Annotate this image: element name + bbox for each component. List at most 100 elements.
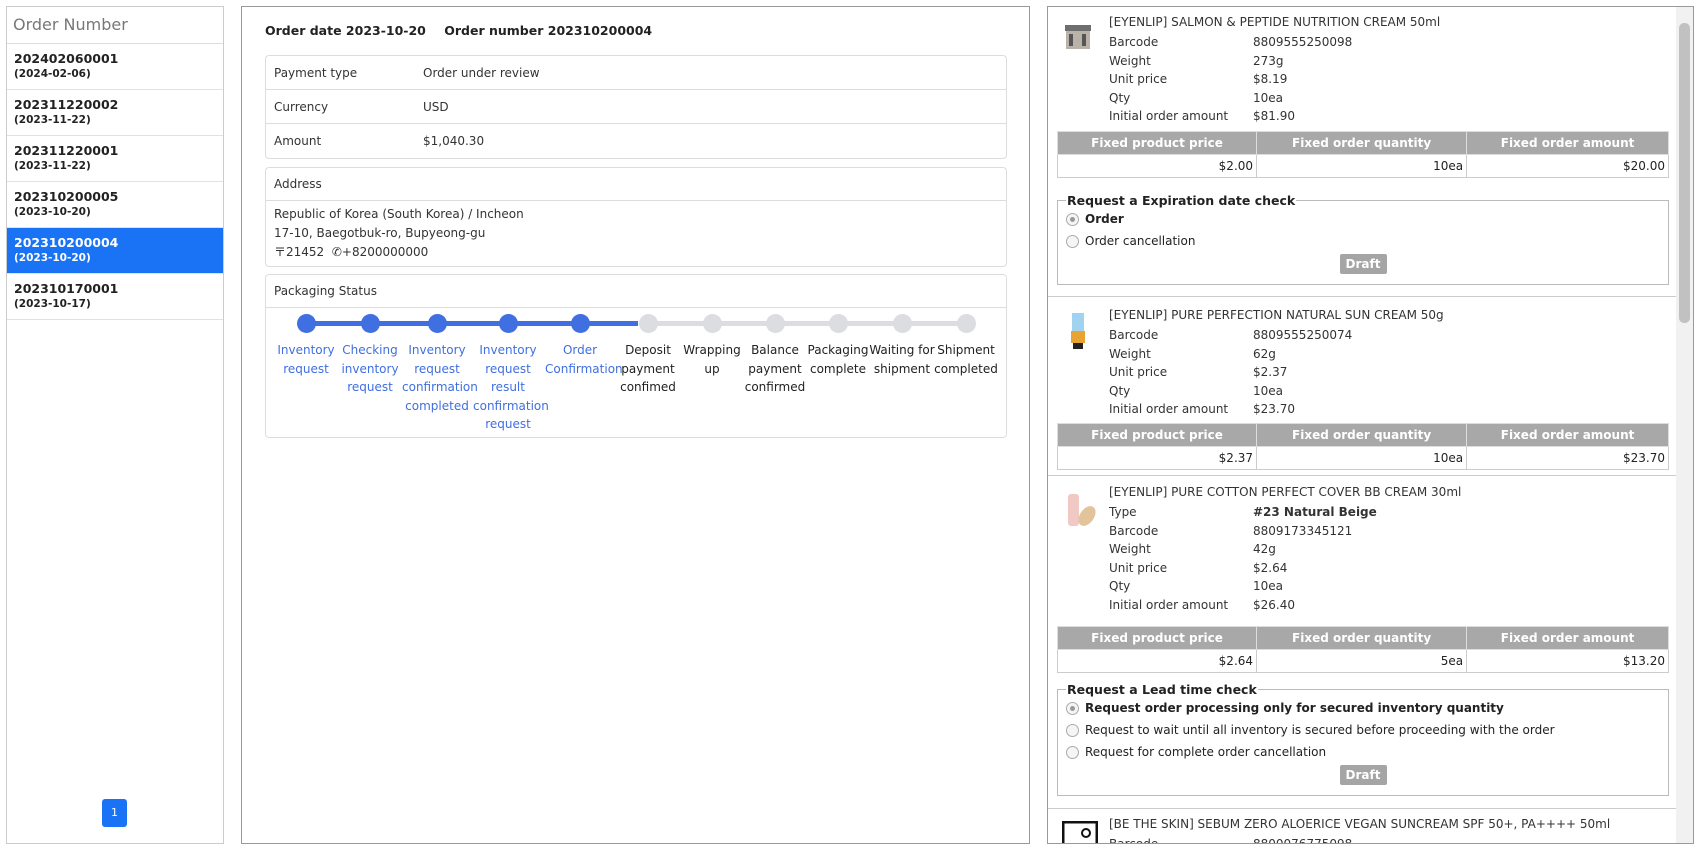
currency-value: USD (423, 99, 449, 114)
order-item-number: 202310170001 (14, 281, 119, 296)
wait-all-radio[interactable]: Request to wait until all inventory is s… (1066, 719, 1660, 741)
draft-button[interactable]: Draft (1339, 254, 1387, 274)
step-label: Wrapping up (683, 343, 741, 376)
initial-amount-label: Initial order amount (1109, 109, 1229, 123)
initial-amount-label: Initial order amount (1109, 597, 1229, 612)
initial-amount-value: $26.40 (1253, 597, 1295, 612)
barcode-label: Barcode (1109, 328, 1159, 342)
barcode-label: Barcode (1109, 523, 1159, 538)
fixed-price-header: Fixed product price (1056, 423, 1258, 447)
secured-only-radio[interactable]: Request order processing only for secure… (1066, 697, 1660, 719)
radio-label: Request to wait until all inventory is s… (1085, 723, 1555, 737)
lead-time-check-title: Request a Lead time check (1067, 682, 1257, 697)
fixed-amount-header: Fixed order amount (1466, 131, 1669, 155)
step-dot (428, 314, 447, 333)
product-details: Barcode 8800076775098 (1109, 835, 1353, 844)
fixed-qty-header: Fixed order quantity (1256, 626, 1468, 650)
step-label: Inventory request confirmation completed (402, 343, 478, 413)
barcode-value: 8809555250098 (1253, 35, 1353, 49)
weight-value: 42g (1253, 542, 1276, 556)
expiration-check-group: Request a Expiration date check Order Or… (1057, 193, 1669, 285)
lead-time-check-group: Request a Lead time check Request order … (1057, 682, 1669, 796)
order-item[interactable]: 202311220002 (2023-11-22) (7, 90, 223, 136)
fixed-amount-header: Fixed order amount (1466, 626, 1669, 650)
fixed-qty-cell: 5ea (1256, 649, 1468, 673)
address-card: Address Republic of Korea (South Korea) … (265, 167, 1007, 267)
product-panel: [EYENLIP] SALMON & PEPTIDE NUTRITION CRE… (1047, 6, 1694, 844)
order-item[interactable]: 202402060001 (2024-02-06) (7, 44, 223, 90)
packaging-title: Packaging Status (266, 275, 1006, 308)
scrollbar-thumb[interactable] (1679, 23, 1690, 323)
order-radio[interactable]: Order (1066, 208, 1660, 230)
radio-indicator (1066, 701, 1079, 715)
amount-label: Amount (274, 134, 322, 148)
barcode-value: 8800076775098 (1253, 837, 1353, 844)
order-cancellation-radio[interactable]: Order cancellation (1066, 230, 1660, 252)
product-image (1062, 492, 1096, 532)
barcode-label: Barcode (1109, 35, 1159, 49)
product-name: [EYENLIP] PURE COTTON PERFECT COVER BB C… (1109, 485, 1462, 499)
initial-amount-value: $23.70 (1253, 402, 1295, 416)
fixed-qty-header: Fixed order quantity (1256, 423, 1468, 447)
fixed-order-table: Fixed product price Fixed order quantity… (1056, 423, 1669, 470)
qty-value: 10ea (1253, 579, 1284, 593)
product-name: [EYENLIP] PURE PERFECTION NATURAL SUN CR… (1109, 308, 1444, 322)
payment-type-row: Payment type Order under review (266, 56, 1006, 90)
amount-row: Amount $1,040.30 (266, 124, 1006, 158)
payment-type-label: Payment type (274, 65, 358, 80)
vertical-scrollbar[interactable] (1676, 7, 1693, 843)
order-item[interactable]: 202310170001 (2023-10-17) (7, 274, 223, 320)
phone-number: ✆+8200000000 (331, 245, 429, 259)
order-item[interactable]: 202311220001 (2023-11-22) (7, 136, 223, 182)
complete-cancellation-radio[interactable]: Request for complete order cancellation (1066, 741, 1660, 763)
fixed-amount-cell: $13.20 (1466, 649, 1669, 673)
barcode-label: Barcode (1109, 837, 1159, 844)
product-image (1061, 820, 1099, 843)
fixed-amount-cell: $23.70 (1466, 446, 1669, 470)
order-number: Order number 202310200004 (444, 23, 653, 38)
step-dot (499, 314, 518, 333)
product-details: Barcode 8809555250098 Weight 273g Unit pri… (1109, 33, 1352, 126)
step-dot (639, 314, 658, 333)
step-dot (297, 314, 316, 333)
unit-price-label: Unit price (1109, 560, 1168, 575)
unit-price-label: Unit price (1109, 365, 1168, 379)
radio-label: Request order processing only for secure… (1085, 701, 1504, 715)
currency-label: Currency (274, 99, 329, 114)
weight-label: Weight (1109, 346, 1151, 361)
order-list-panel: Order Number 202402060001 (2024-02-06) 2… (6, 6, 224, 844)
order-item-date: (2024-02-06) (14, 68, 91, 80)
amount-value: $1,040.30 (423, 134, 485, 148)
qty-value: 10ea (1253, 383, 1284, 398)
step-dot (361, 314, 380, 333)
step-label: Inventory request result confirmation re… (473, 343, 549, 431)
qty-label: Qty (1109, 90, 1131, 105)
packaging-stepper: Inventory request Checking inventory requ… (266, 308, 1006, 437)
weight-label: Weight (1109, 53, 1151, 68)
expiration-check-title: Request a Expiration date check (1067, 193, 1296, 208)
fixed-order-table: Fixed product price Fixed order quantity… (1056, 131, 1669, 178)
product-image (1062, 311, 1094, 351)
fixed-amount-cell: $20.00 (1466, 154, 1669, 178)
page-button[interactable]: 1 (102, 799, 127, 827)
draft-button[interactable]: Draft (1339, 765, 1387, 785)
qty-label: Qty (1109, 579, 1131, 593)
radio-indicator (1066, 212, 1079, 226)
currency-row: Currency USD (266, 90, 1006, 124)
address-line3: 〒21452 ✆+8200000000 (274, 243, 998, 262)
step-dot (766, 314, 785, 333)
payment-card: Payment type Order under review Currency… (265, 55, 1007, 159)
address-line1: Republic of Korea (South Korea) / Incheo… (274, 207, 524, 221)
step-connector (437, 321, 508, 326)
type-value: #23 Natural Beige (1253, 505, 1377, 519)
fixed-order-table: Fixed product price Fixed order quantity… (1056, 626, 1669, 673)
step-label: Inventory request (277, 343, 335, 376)
order-item-selected[interactable]: 202310200004 (2023-10-20) (7, 228, 223, 274)
step-label: Packaging complete (807, 343, 869, 376)
order-item-number: 202310200005 (14, 189, 119, 204)
step-dot (829, 314, 848, 333)
order-item[interactable]: 202310200005 (2023-10-20) (7, 182, 223, 228)
radio-indicator (1066, 723, 1079, 737)
order-detail-panel: Order date 2023-10-20 Order number 20231… (241, 6, 1030, 844)
step-label: Shipment completed (934, 343, 998, 376)
